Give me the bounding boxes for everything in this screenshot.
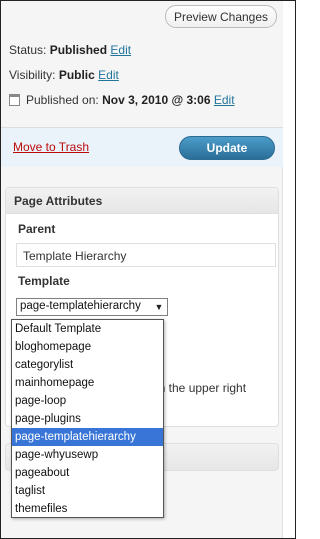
published-value: Nov 3, 2010 @ 3:06 (102, 93, 211, 107)
visibility-edit-link[interactable]: Edit (98, 68, 119, 82)
template-dropdown-list: Default Template bloghomepage categorylist… (11, 319, 164, 518)
visibility-label: Visibility: (9, 68, 56, 82)
template-select[interactable]: page-templatehierarchy ▼ (16, 298, 168, 316)
update-button[interactable]: Update (179, 136, 275, 160)
publish-box: Preview Changes Status: Published Edit V… (1, 1, 283, 167)
chevron-down-icon: ▼ (154, 302, 164, 312)
template-option[interactable]: pageabout (12, 464, 163, 482)
template-option[interactable]: page-templatehierarchy (12, 428, 163, 446)
template-option[interactable]: mainhomepage (12, 374, 163, 392)
published-row: Published on: Nov 3, 2010 @ 3:06 Edit (9, 93, 235, 107)
template-option[interactable]: Default Template (12, 320, 163, 338)
published-label: Published on: (26, 93, 99, 107)
calendar-icon (9, 94, 20, 106)
visibility-row: Visibility: Public Edit (9, 68, 119, 82)
status-label: Status: (9, 43, 47, 57)
move-to-trash-link[interactable]: Move to Trash (13, 140, 89, 154)
template-option[interactable]: page-plugins (12, 410, 163, 428)
template-option[interactable]: bloghomepage (12, 338, 163, 356)
template-select-value: page-templatehierarchy (20, 300, 141, 312)
template-label: Template (18, 274, 70, 288)
preview-changes-button[interactable]: Preview Changes (165, 5, 277, 28)
template-option[interactable]: categorylist (12, 356, 163, 374)
help-text: in the upper right (156, 381, 247, 395)
status-edit-link[interactable]: Edit (110, 43, 131, 57)
parent-label: Parent (18, 222, 56, 236)
template-option[interactable]: themefiles (12, 500, 163, 518)
template-option[interactable]: page-loop (12, 392, 163, 410)
parent-select[interactable]: Template Hierarchy (16, 243, 276, 267)
published-edit-link[interactable]: Edit (214, 93, 235, 107)
visibility-value: Public (58, 68, 95, 82)
status-value: Published (49, 43, 108, 57)
publish-actions: Move to Trash Update (1, 127, 283, 167)
editor-sidebar: Preview Changes Status: Published Edit V… (0, 0, 296, 539)
page-attributes-title[interactable]: Page Attributes (6, 188, 278, 214)
template-option[interactable]: page-whyusewp (12, 446, 163, 464)
template-option[interactable]: taglist (12, 482, 163, 500)
status-row: Status: Published Edit (9, 43, 131, 57)
